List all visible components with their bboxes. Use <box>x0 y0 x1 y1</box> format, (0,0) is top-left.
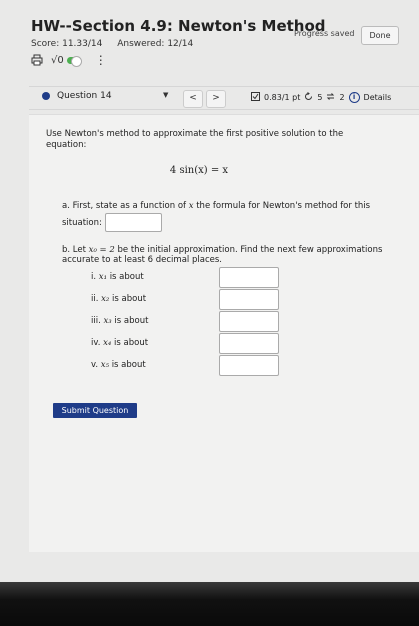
toolbar: √0 ⋮ <box>31 53 107 67</box>
progress-status: Progress saved <box>294 29 355 38</box>
sub-item-label: ii. x₂ is about <box>91 294 146 304</box>
sub-item-5: v. x₅ is about <box>91 355 291 376</box>
x4-answer-input[interactable] <box>219 333 279 354</box>
score-line: Score: 11.33/14 Answered: 12/14 <box>31 39 193 49</box>
part-a: a. First, state as a function of x the f… <box>62 200 392 232</box>
sub-variable: x₅ <box>100 360 109 370</box>
part-b: b. Let x₀ = 2 be the initial approximati… <box>62 245 392 265</box>
question-selector[interactable]: Question 14 <box>42 91 112 101</box>
sub-variable: x₄ <box>103 338 112 348</box>
submissions-count: 2 <box>339 93 345 102</box>
checkbox-icon <box>251 92 260 103</box>
next-question-button[interactable]: > <box>206 90 226 108</box>
sub-item-label: iv. x₄ is about <box>91 338 148 348</box>
math-input-toggle-label: √0 <box>51 54 64 66</box>
sub-item-3: iii. x₃ is about <box>91 311 291 332</box>
sub-variable: x₂ <box>101 294 110 304</box>
part-b-initial: x₀ = 2 <box>88 245 115 255</box>
details-link[interactable]: Details <box>364 93 392 102</box>
submit-question-button[interactable]: Submit Question <box>53 403 137 418</box>
sub-item-2: ii. x₂ is about <box>91 289 291 310</box>
sub-numeral: v. <box>91 360 99 370</box>
sub-item-label: i. x₁ is about <box>91 272 144 282</box>
sub-numeral: iv. <box>91 338 101 348</box>
swap-icon <box>326 92 335 103</box>
screen: HW--Section 4.9: Newton's Method Progres… <box>0 0 419 582</box>
x2-answer-input[interactable] <box>219 289 279 310</box>
sub-suffix: is about <box>111 360 146 370</box>
part-a-variable: x <box>188 201 194 211</box>
equation: 4 sin(x) = x <box>169 165 229 176</box>
x1-answer-input[interactable] <box>219 267 279 288</box>
x3-answer-input[interactable] <box>219 311 279 332</box>
sub-suffix: is about <box>114 338 149 348</box>
status-dot-icon <box>42 92 50 100</box>
sub-numeral: iii. <box>91 316 101 326</box>
sub-suffix: is about <box>114 316 149 326</box>
sub-item-1: i. x₁ is about <box>91 267 291 288</box>
question-meta: 0.83/1 pt 5 2 i Details <box>251 92 395 103</box>
info-icon[interactable]: i <box>348 92 360 103</box>
sub-suffix: is about <box>109 272 144 282</box>
newton-formula-input[interactable] <box>104 213 162 232</box>
sub-item-4: iv. x₄ is about <box>91 333 291 354</box>
part-b-prefix: b. Let <box>62 245 86 255</box>
more-options-icon[interactable]: ⋮ <box>95 54 107 66</box>
question-panel: Use Newton's method to approximate the f… <box>29 114 419 552</box>
score-text: Score: 11.33/14 <box>31 39 103 49</box>
answered-text: Answered: 12/14 <box>117 39 194 49</box>
sub-item-label: iii. x₃ is about <box>91 316 148 326</box>
page-title: HW--Section 4.9: Newton's Method <box>31 17 326 35</box>
previous-question-button[interactable]: < <box>183 90 203 108</box>
done-button[interactable]: Done <box>361 26 399 45</box>
attempts-count: 5 <box>317 93 323 102</box>
sub-numeral: ii. <box>91 294 99 304</box>
monitor-bezel <box>0 582 419 626</box>
question-label: Question 14 <box>57 91 112 101</box>
x5-answer-input[interactable] <box>219 355 279 376</box>
math-toggle-switch[interactable] <box>66 55 82 67</box>
question-prompt: Use Newton's method to approximate the f… <box>46 129 344 150</box>
sub-numeral: i. <box>91 272 97 282</box>
part-a-text-before: a. First, state as a function of <box>62 201 187 211</box>
question-nav-bar: Question 14 ▼ < > 0.83/1 pt 5 2 i Detail… <box>29 86 419 110</box>
sub-item-label: v. x₅ is about <box>91 360 146 370</box>
sub-variable: x₁ <box>98 272 107 282</box>
points-text: 0.83/1 pt <box>264 93 301 102</box>
sub-variable: x₃ <box>103 316 112 326</box>
print-icon[interactable] <box>31 54 43 66</box>
dropdown-caret-icon[interactable]: ▼ <box>163 91 168 99</box>
sub-suffix: is about <box>112 294 147 304</box>
retry-icon <box>304 92 313 103</box>
